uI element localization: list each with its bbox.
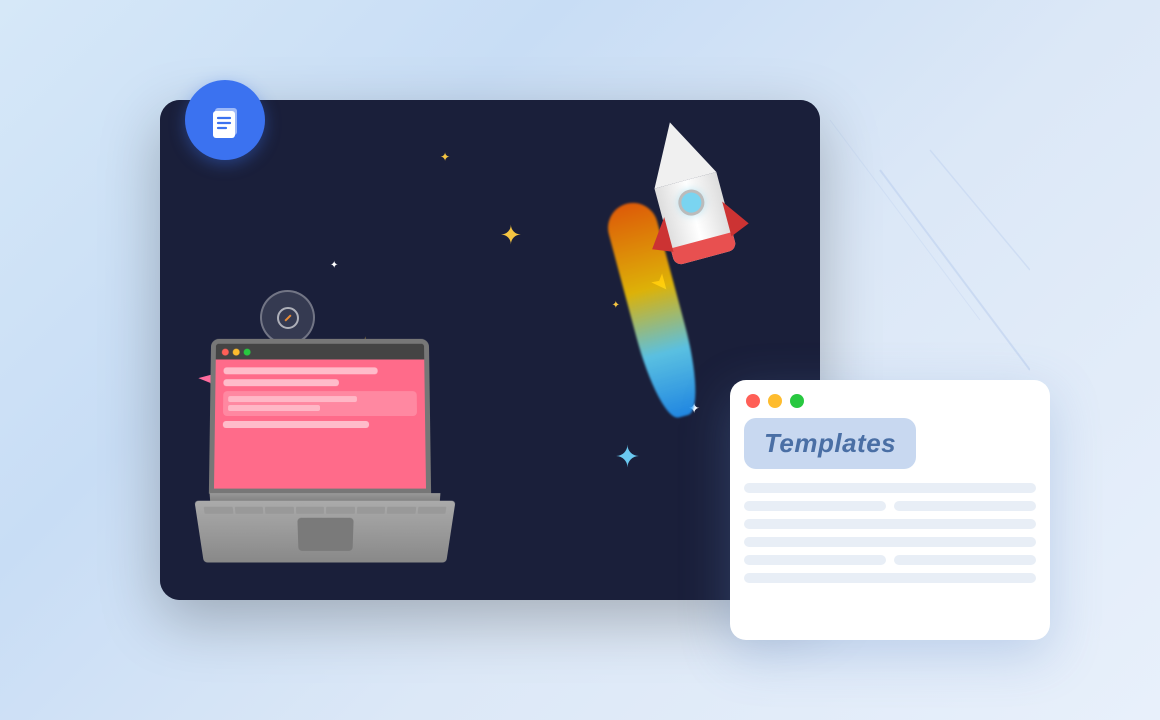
templates-label: Templates	[764, 428, 896, 458]
content-line-half-4	[894, 555, 1036, 565]
content-line-half-2	[894, 501, 1036, 511]
star-dot-1: ✦	[440, 150, 450, 164]
icon-circle	[185, 80, 265, 160]
traffic-light-yellow	[768, 394, 782, 408]
traffic-light-green	[790, 394, 804, 408]
content-line-half-3	[744, 555, 886, 565]
star-dot-2: ✦	[330, 260, 338, 271]
content-line-full-4	[744, 573, 1036, 583]
scene-container: ✦ ✦ ✦ ✦ ✦ ✦ ✦ ✦ ✦ ➤ ➤	[130, 70, 1030, 650]
compass-icon	[260, 290, 315, 345]
content-line-full-3	[744, 537, 1036, 547]
document-copy-icon	[205, 100, 245, 140]
laptop-card: ✦ ✦ ✦ ✦ ✦ ✦ ✦ ✦ ✦ ➤ ➤	[160, 100, 820, 600]
templates-card: Templates	[730, 380, 1050, 640]
laptop-illustration	[210, 338, 450, 570]
stars-background: ✦ ✦ ✦ ✦ ✦ ✦ ✦ ✦ ✦ ➤ ➤	[160, 100, 820, 600]
content-line-full-1	[744, 483, 1036, 493]
content-line-half-1	[744, 501, 886, 511]
templates-badge-wrapper: Templates	[744, 418, 1036, 469]
star-yellow-medium: ✦	[500, 220, 522, 251]
traffic-light-red	[746, 394, 760, 408]
star-blue-big: ✦	[615, 440, 640, 475]
card-header	[730, 380, 1050, 418]
rocket	[639, 114, 737, 266]
templates-badge: Templates	[744, 418, 916, 469]
card-content	[730, 483, 1050, 597]
content-line-full-2	[744, 519, 1036, 529]
star-dot-5: ✦	[612, 300, 620, 311]
